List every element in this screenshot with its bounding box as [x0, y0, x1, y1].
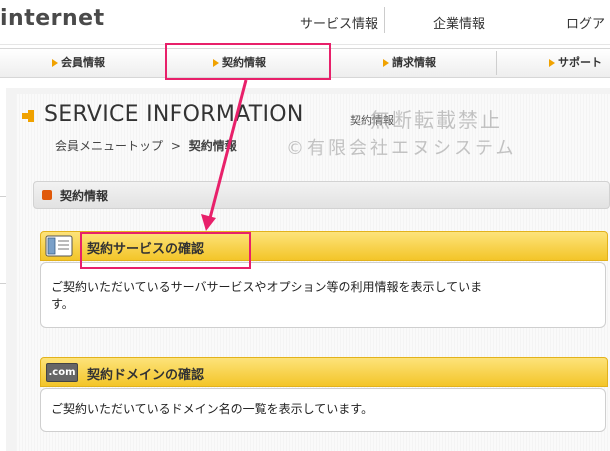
annotation-arrow: [201, 79, 248, 231]
